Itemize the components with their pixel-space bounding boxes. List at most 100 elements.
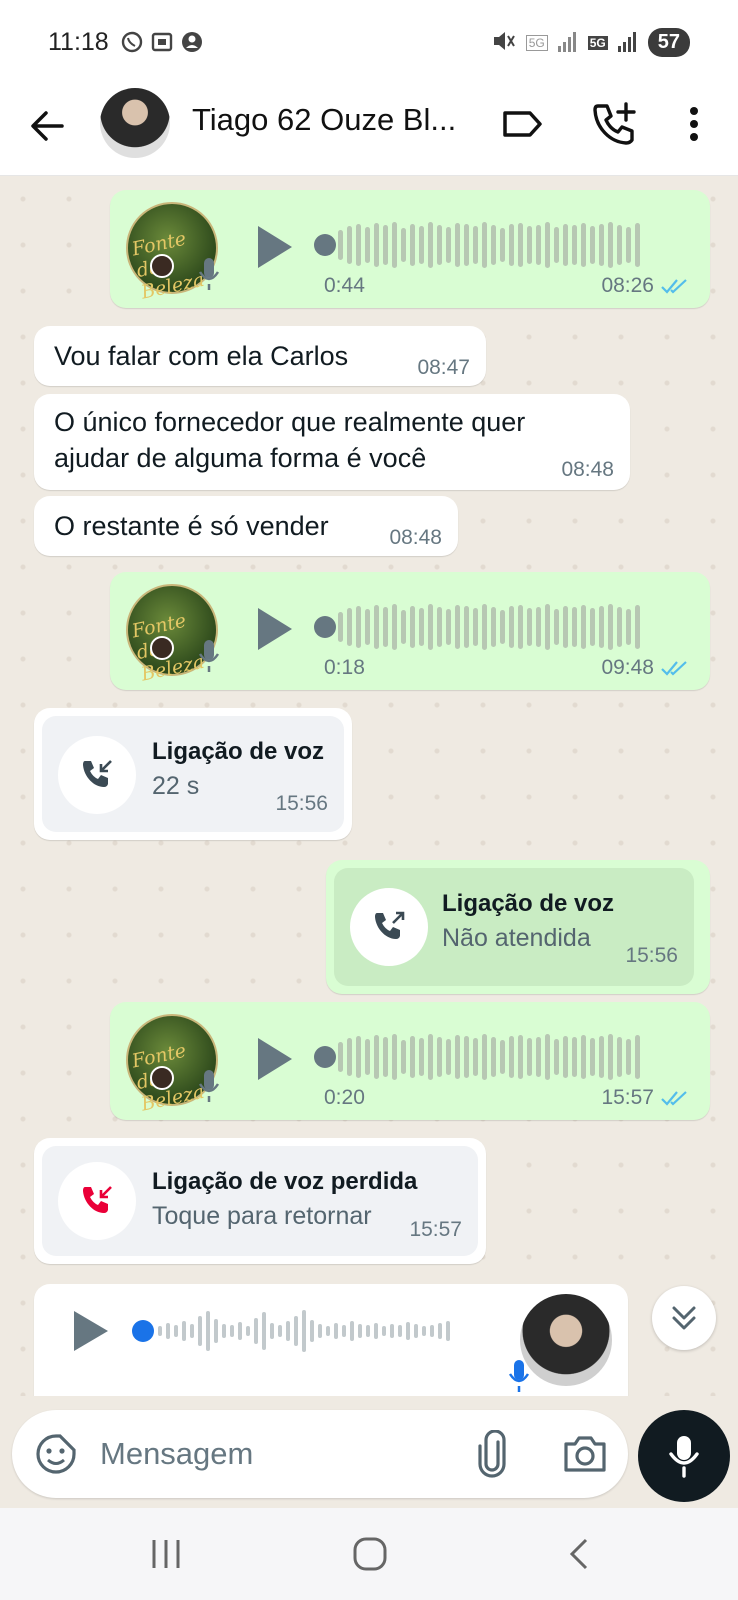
waveform-bar [410, 606, 415, 648]
back-arrow-icon[interactable] [26, 104, 70, 148]
incoming-text-bubble[interactable]: O restante é só vender 08:48 [34, 496, 458, 556]
waveform-bar [437, 1037, 442, 1077]
voice-waveform[interactable] [338, 220, 640, 270]
back-icon[interactable] [560, 1536, 600, 1572]
call-duration: 22 s [152, 772, 200, 800]
signal-b-icon [617, 30, 638, 55]
chat-area[interactable]: Fonte da Beleza 0:44 08:26 Vou falar com… [0, 176, 738, 1396]
status-time: 11:18 [48, 28, 109, 56]
incoming-call-icon [83, 760, 112, 787]
message-text-line-1: O único fornecedor que realmente quer [54, 407, 526, 437]
mic-icon [198, 1068, 220, 1104]
message-time: 15:57 [601, 1086, 690, 1110]
waveform-bar [422, 1326, 426, 1336]
voice-sender-avatar [520, 1294, 612, 1386]
waveform-bar [563, 224, 568, 266]
call-icon-circle [58, 736, 136, 814]
waveform-bar [365, 1039, 370, 1075]
attach-icon[interactable] [472, 1429, 512, 1478]
waveform-bar [302, 1310, 306, 1352]
waveform-bar [206, 1311, 210, 1351]
message-input[interactable] [100, 1428, 440, 1480]
waveform-bar [536, 225, 541, 265]
waveform-bar [326, 1326, 330, 1336]
status-right-icons: 5G 5G 57 [492, 28, 690, 57]
call-action-hint: Toque para retornar [152, 1202, 372, 1230]
voice-waveform[interactable] [158, 1306, 450, 1356]
outgoing-call-bubble[interactable]: Ligação de voz Não atendida 15:56 [326, 860, 710, 994]
waveform-bar [254, 1318, 258, 1344]
add-call-icon[interactable] [590, 100, 638, 148]
voice-progress-handle[interactable] [314, 234, 336, 256]
waveform-bar [446, 227, 451, 263]
play-icon[interactable] [252, 222, 296, 272]
waveform-bar [626, 227, 631, 263]
missed-call-bubble[interactable]: Ligação de voz perdida Toque para retorn… [34, 1138, 486, 1264]
voice-progress-handle[interactable] [314, 616, 336, 638]
waveform-bar [536, 607, 541, 647]
voice-waveform[interactable] [338, 602, 640, 652]
waveform-bar [446, 1321, 450, 1341]
play-icon[interactable] [252, 604, 296, 654]
waveform-bar [383, 1037, 388, 1077]
voice-record-button[interactable] [638, 1410, 730, 1502]
contact-avatar[interactable] [100, 88, 170, 158]
call-card[interactable]: Ligação de voz perdida Toque para retorn… [42, 1146, 478, 1256]
waveform-bar [554, 227, 559, 263]
incoming-call-bubble[interactable]: Ligação de voz 22 s 15:56 [34, 708, 352, 840]
waveform-bar [365, 227, 370, 263]
incoming-text-bubble[interactable]: Vou falar com ela Carlos 08:47 [34, 326, 486, 386]
waveform-bar [545, 604, 550, 650]
waveform-bar [410, 1036, 415, 1078]
more-options-icon[interactable] [676, 102, 712, 146]
double-check-icon [661, 1091, 687, 1107]
home-icon[interactable] [350, 1536, 390, 1572]
waveform-bar [374, 605, 379, 649]
voice-message-bubble[interactable]: Fonte da Beleza 0:18 09:48 [110, 572, 710, 690]
waveform-bar [392, 1034, 397, 1080]
waveform-bar [473, 226, 478, 264]
call-icon-circle [58, 1162, 136, 1240]
signal-a-icon [557, 30, 578, 55]
waveform-bar [509, 224, 514, 266]
voice-message-bubble[interactable]: Fonte da Beleza 0:44 08:26 [110, 190, 710, 308]
waveform-bar [334, 1323, 338, 1339]
label-icon[interactable] [500, 102, 544, 146]
waveform-bar [545, 222, 550, 268]
contact-name[interactable]: Tiago 62 Ouze Bl... [192, 102, 456, 138]
waveform-bar [581, 1035, 586, 1079]
voice-duration: 0:20 [324, 1086, 365, 1109]
voice-waveform[interactable] [338, 1032, 640, 1082]
recent-apps-icon[interactable] [146, 1536, 186, 1572]
call-card[interactable]: Ligação de voz 22 s 15:56 [42, 716, 344, 832]
play-icon[interactable] [70, 1308, 110, 1359]
waveform-bar [581, 605, 586, 649]
double-check-icon [661, 279, 687, 295]
waveform-bar [401, 1040, 406, 1074]
play-icon[interactable] [252, 1034, 296, 1084]
voice-duration: 0:18 [324, 656, 365, 679]
voice-progress-handle[interactable] [132, 1320, 154, 1342]
camera-icon[interactable] [562, 1432, 608, 1476]
waveform-bar [356, 606, 361, 648]
waveform-bar [428, 222, 433, 268]
incoming-voice-bubble[interactable] [34, 1284, 628, 1396]
call-card[interactable]: Ligação de voz Não atendida 15:56 [334, 868, 694, 986]
waveform-bar [342, 1325, 346, 1337]
voice-message-bubble[interactable]: Fonte da Beleza 0:20 15:57 [110, 1002, 710, 1120]
waveform-bar [262, 1312, 266, 1350]
waveform-bar [419, 226, 424, 264]
waveform-bar [617, 225, 622, 265]
incoming-text-bubble[interactable]: O único fornecedor que realmente quer aj… [34, 394, 630, 490]
waveform-bar [473, 1038, 478, 1076]
waveform-bar [635, 223, 640, 267]
waveform-bar [491, 225, 496, 265]
message-text-line-2: ajudar de alguma forma é você [54, 443, 427, 473]
call-title: Ligação de voz perdida [152, 1168, 418, 1195]
waveform-bar [635, 605, 640, 649]
scroll-to-bottom-button[interactable] [652, 1286, 716, 1350]
sticker-icon[interactable] [34, 1432, 78, 1476]
voice-progress-handle[interactable] [314, 1046, 336, 1068]
call-title: Ligação de voz [152, 738, 325, 765]
waveform-bar [491, 1037, 496, 1077]
